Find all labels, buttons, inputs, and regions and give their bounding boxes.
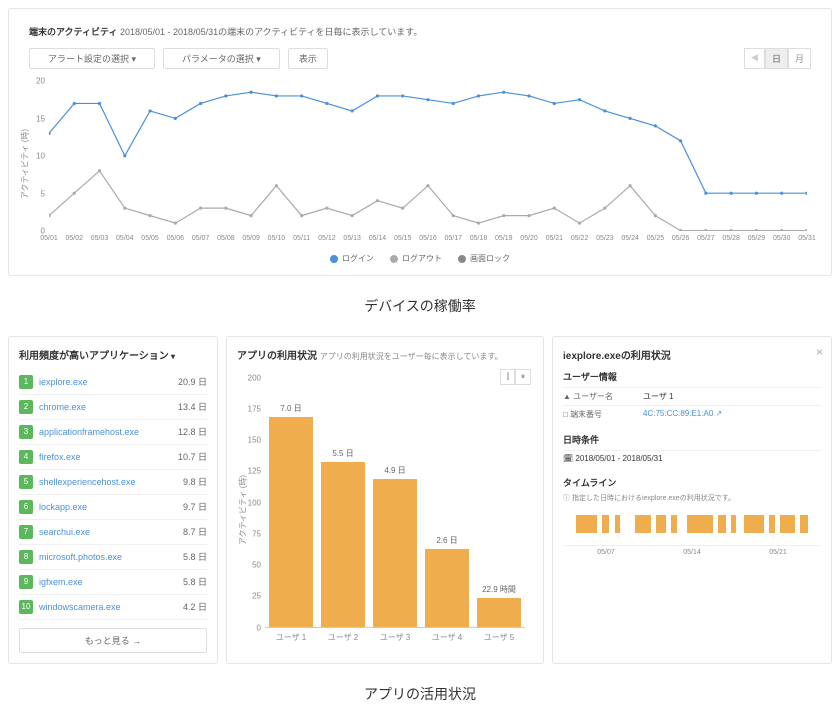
date-range: 🗓 2018/05/01 - 2018/05/31 [563,454,663,463]
app-link[interactable]: lockapp.exe [39,502,183,512]
timeline-title: タイムライン [563,476,821,489]
bar[interactable] [373,479,417,627]
rank-badge: 10 [19,600,33,614]
detail-title: iexplore.exeの利用状況 [563,347,821,362]
app-row: 1 iexplore.exe20.9 日 [19,370,207,395]
app-value: 5.8 日 [183,575,207,588]
app-row: 4 firefox.exe10.7 日 [19,445,207,470]
alert-select[interactable]: アラート設定の選択 [29,48,155,69]
date-title: 日時条件 [563,433,821,446]
app-row: 2 chrome.exe13.4 日 [19,395,207,420]
bar[interactable] [321,462,365,627]
bar[interactable] [269,417,313,627]
usage-title: アプリの利用状況 アプリの利用状況をユーザー毎に表示しています。 [237,347,533,362]
chart-legend: ログインログアウト画面ロック [19,253,821,265]
detail-panel: × iexplore.exeの利用状況 ユーザー情報 ▲ ユーザー名 ユーザ 1… [552,336,832,664]
app-value: 20.9 日 [178,375,207,388]
rank-badge: 3 [19,425,33,439]
app-link[interactable]: shellexperiencehost.exe [39,477,183,487]
rank-badge: 7 [19,525,33,539]
view-prev[interactable]: ◀ [744,48,765,69]
rank-badge: 8 [19,550,33,564]
app-value: 9.7 日 [183,500,207,513]
section-title-2: アプリの活用状況 [0,672,840,716]
bottom-row: 利用頻度が高いアプリケーション 1 iexplore.exe20.9 日 2 chro… [0,328,840,672]
device-link[interactable]: 4C:75:CC:89:E1:A0 ↗ [643,409,722,420]
user-name-key: ▲ ユーザー名 [563,391,643,402]
app-row: 5 shellexperiencehost.exe9.8 日 [19,470,207,495]
panel-header: 端末のアクティビティ 2018/05/01 - 2018/05/31の端末のアク… [19,19,821,44]
bar[interactable] [425,549,469,627]
app-row: 7 searchui.exe8.7 日 [19,520,207,545]
user-info-title: ユーザー情報 [563,370,821,383]
rank-badge: 4 [19,450,33,464]
rank-badge: 2 [19,400,33,414]
line-chart: 05101520 [49,81,807,231]
activity-panel: 端末のアクティビティ 2018/05/01 - 2018/05/31の端末のアク… [8,8,832,276]
app-link[interactable]: igfxem.exe [39,577,183,587]
view-switch: ◀ 日 月 [744,48,811,69]
device-key: □ 端末番号 [563,409,643,420]
controls-bar: アラート設定の選択 パラメータの選択 表示 ◀ 日 月 [19,44,821,73]
app-value: 9.8 日 [183,475,207,488]
app-row: 10 windowscamera.exe4.2 日 [19,595,207,620]
app-link[interactable]: searchui.exe [39,527,183,537]
apps-title[interactable]: 利用頻度が高いアプリケーション [19,347,207,362]
bar[interactable] [477,598,521,627]
app-link[interactable]: applicationframehost.exe [39,427,178,437]
show-button[interactable]: 表示 [288,48,328,69]
app-link[interactable]: microsoft.photos.exe [39,552,183,562]
app-link[interactable]: iexplore.exe [39,377,178,387]
rank-badge: 5 [19,475,33,489]
close-icon[interactable]: × [816,345,823,359]
timeline-note: ⓘ 指定した日時におけるiexplore.exeの利用状況です。 [563,493,821,503]
app-list: 1 iexplore.exe20.9 日 2 chrome.exe13.4 日 3 app… [19,370,207,620]
app-value: 4.2 日 [183,600,207,613]
header-title: 端末のアクティビティ [29,27,117,37]
app-value: 13.4 日 [178,400,207,413]
bar-x-axis: ユーザ 1ユーザ 2ユーザ 3ユーザ 4ユーザ 5 [265,632,525,643]
user-name-val: ユーザ 1 [643,391,674,402]
bar-chart: 0255075100125150175200 7.0 日5.5 日4.9 日2.… [265,378,525,628]
apps-panel: 利用頻度が高いアプリケーション 1 iexplore.exe20.9 日 2 chro… [8,336,218,664]
more-button[interactable]: もっと見る → [19,628,207,653]
app-value: 5.8 日 [183,550,207,563]
rank-badge: 1 [19,375,33,389]
app-link[interactable]: chrome.exe [39,402,178,412]
app-value: 10.7 日 [178,450,207,463]
rank-badge: 6 [19,500,33,514]
x-axis: 05/0105/0205/0305/0405/0505/0605/0705/08… [49,235,807,247]
app-row: 3 applicationframehost.exe12.8 日 [19,420,207,445]
header-subtitle: 2018/05/01 - 2018/05/31の端末のアクティビティを日毎に表示… [120,27,422,37]
section-title-1: デバイスの稼働率 [0,284,840,328]
app-link[interactable]: windowscamera.exe [39,602,183,612]
usage-panel: アプリの利用状況 アプリの利用状況をユーザー毎に表示しています。 ⫿ ⏸ アクテ… [226,336,544,664]
timeline [563,511,821,539]
app-row: 9 igfxem.exe5.8 日 [19,570,207,595]
app-row: 8 microsoft.photos.exe5.8 日 [19,545,207,570]
app-value: 8.7 日 [183,525,207,538]
app-value: 12.8 日 [178,425,207,438]
view-day[interactable]: 日 [765,48,788,69]
view-month[interactable]: 月 [788,48,811,69]
timeline-axis: 05/0705/1405/21 [563,545,821,556]
param-select[interactable]: パラメータの選択 [163,48,280,69]
app-link[interactable]: firefox.exe [39,452,178,462]
rank-badge: 9 [19,575,33,589]
app-row: 6 lockapp.exe9.7 日 [19,495,207,520]
